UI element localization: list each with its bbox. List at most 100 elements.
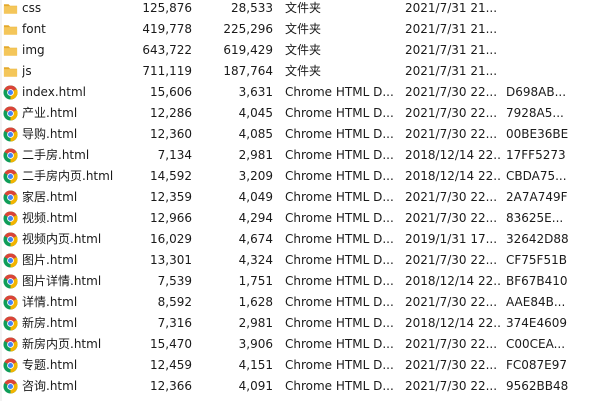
file-type: Chrome HTML D... [285,232,394,246]
file-type: Chrome HTML D... [285,253,394,267]
file-row[interactable]: 图片详情.html 7,539 1,751 Chrome HTML D... 2018/… [0,271,602,292]
file-checksum: BF67B410 [506,274,568,288]
file-row[interactable]: 新房.html 7,316 2,981 Chrome HTML D... 2018/12… [0,313,602,334]
modified-date: 2021/7/31 21... [405,43,498,57]
compressed-size: 4,294 [238,211,273,225]
file-row[interactable]: 导购.html 12,360 4,085 Chrome HTML D... 2021/7… [0,124,602,145]
modified-date: 2021/7/30 22... [405,253,498,267]
file-size: 643,722 [142,43,192,57]
modified-date: 2021/7/30 22... [405,190,498,204]
chrome-icon [3,358,18,373]
chrome-icon [3,379,18,394]
file-size: 12,459 [150,358,192,372]
modified-date: 2018/12/14 22... [405,169,500,183]
file-size: 12,366 [150,379,192,393]
chrome-icon [3,169,18,184]
file-size: 7,539 [157,274,192,288]
file-name: css [22,1,42,15]
file-name: 视频内页.html [22,232,102,246]
compressed-size: 3,209 [238,169,273,183]
file-type: Chrome HTML D... [285,295,394,309]
file-checksum: 17FF5273 [506,148,566,162]
chrome-icon [3,337,18,352]
modified-date: 2021/7/30 22... [405,379,498,393]
file-type: Chrome HTML D... [285,190,394,204]
modified-date: 2021/7/30 22... [405,85,498,99]
file-row[interactable]: js 711,119 187,764 文件夹 2021/7/31 21... [0,61,602,82]
compressed-size: 3,906 [238,337,273,351]
compressed-size: 4,091 [238,379,273,393]
chrome-icon [3,190,18,205]
compressed-size: 3,631 [238,85,273,99]
file-checksum: FC087E97 [506,358,568,372]
file-name: 详情.html [22,295,78,309]
file-checksum: CBDA75... [506,169,567,183]
file-checksum [506,0,598,19]
compressed-size: 4,674 [238,232,273,246]
file-size: 12,286 [150,106,192,120]
file-name: 新房.html [22,316,78,330]
file-row[interactable]: css 125,876 28,533 文件夹 2021/7/31 21... [0,0,602,19]
chrome-icon [3,274,18,289]
file-size: 7,134 [157,148,192,162]
file-row[interactable]: 二手房.html 7,134 2,981 Chrome HTML D... 2018/1… [0,145,602,166]
compressed-size: 2,981 [238,148,273,162]
file-type: Chrome HTML D... [285,358,394,372]
file-type: Chrome HTML D... [285,127,394,141]
compressed-size: 28,533 [231,1,273,15]
compressed-size: 4,151 [238,358,273,372]
file-type: Chrome HTML D... [285,274,394,288]
modified-date: 2018/12/14 22... [405,316,500,330]
file-size: 7,316 [157,316,192,330]
file-size: 12,360 [150,127,192,141]
modified-date: 2019/1/31 17... [405,232,498,246]
file-row[interactable]: 视频内页.html 16,029 4,674 Chrome HTML D... 2019… [0,229,602,250]
modified-date: 2021/7/30 22... [405,358,498,372]
file-row[interactable]: 专题.html 12,459 4,151 Chrome HTML D... 2021/7… [0,355,602,376]
file-row[interactable]: 图片.html 13,301 4,324 Chrome HTML D... 2021/7… [0,250,602,271]
modified-date: 2021/7/31 21... [405,1,498,15]
file-name: 咨询.html [22,379,78,393]
file-type: Chrome HTML D... [285,379,394,393]
file-row[interactable]: 产业.html 12,286 4,045 Chrome HTML D... 2021/7… [0,103,602,124]
chrome-icon [3,148,18,163]
file-type: Chrome HTML D... [285,337,394,351]
file-checksum [506,61,598,82]
compressed-size: 1,751 [238,274,273,288]
file-row[interactable]: 咨询.html 12,366 4,091 Chrome HTML D... 2021/7… [0,376,602,397]
modified-date: 2021/7/30 22... [405,211,498,225]
file-name: 新房内页.html [22,337,102,351]
compressed-size: 2,981 [238,316,273,330]
modified-date: 2021/7/30 22... [405,106,498,120]
chrome-icon [3,106,18,121]
file-size: 13,301 [150,253,192,267]
file-row[interactable]: 家居.html 12,359 4,049 Chrome HTML D... 2021/7… [0,187,602,208]
file-row[interactable]: 新房内页.html 15,470 3,906 Chrome HTML D... 2021… [0,334,602,355]
compressed-size: 4,085 [238,127,273,141]
modified-date: 2021/7/30 22... [405,295,498,309]
file-name: 二手房.html [22,148,90,162]
file-type: 文件夹 [285,1,322,15]
file-row[interactable]: font 419,778 225,296 文件夹 2021/7/31 21... [0,19,602,40]
file-list: css 125,876 28,533 文件夹 2021/7/31 21... font 41… [0,0,602,401]
file-row[interactable]: img 643,722 619,429 文件夹 2021/7/31 21... [0,40,602,61]
file-checksum: CF75F51B [506,253,567,267]
modified-date: 2021/7/31 21... [405,22,498,36]
modified-date: 2018/12/14 22... [405,148,500,162]
file-type: 文件夹 [285,22,322,36]
compressed-size: 4,324 [238,253,273,267]
file-name: 产业.html [22,106,78,120]
file-row[interactable]: 详情.html 8,592 1,628 Chrome HTML D... 2021/7/… [0,292,602,313]
file-row[interactable]: 二手房内页.html 14,592 3,209 Chrome HTML D... 201… [0,166,602,187]
file-name: 导购.html [22,127,78,141]
file-row[interactable]: 视频.html 12,966 4,294 Chrome HTML D... 2021/7… [0,208,602,229]
file-name: 家居.html [22,190,78,204]
folder-icon [3,1,18,16]
file-row[interactable]: index.html 15,606 3,631 Chrome HTML D... 202… [0,82,602,103]
file-type: Chrome HTML D... [285,148,394,162]
file-checksum: 83625E... [506,211,564,225]
file-type: 文件夹 [285,64,322,78]
file-size: 419,778 [142,22,192,36]
file-size: 12,966 [150,211,192,225]
file-size: 16,029 [150,232,192,246]
